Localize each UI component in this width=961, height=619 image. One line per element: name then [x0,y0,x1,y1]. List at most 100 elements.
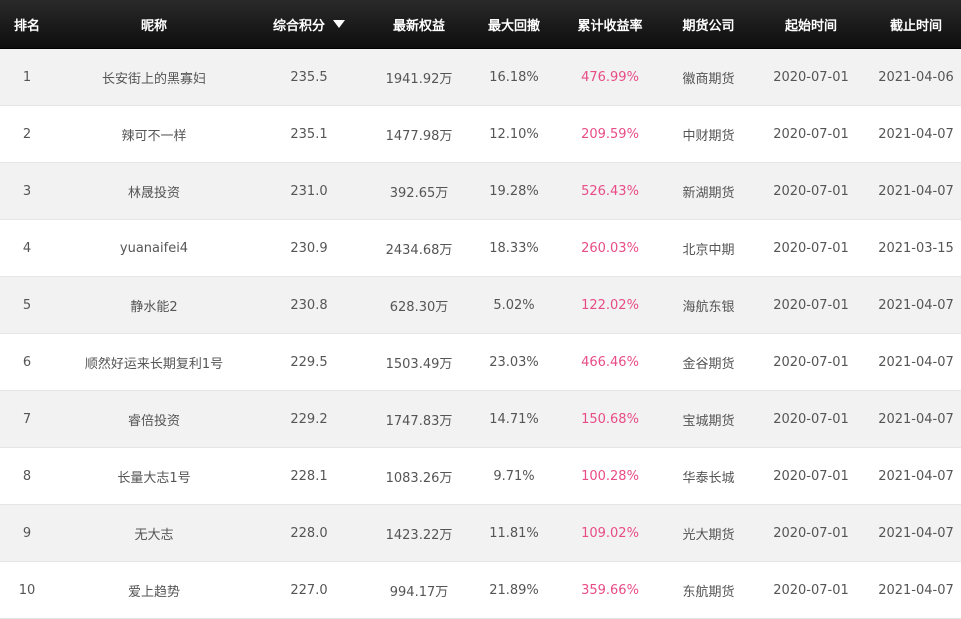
header-score-label: 综合积分 [272,18,325,34]
cell-drawdown: 18.33% [474,219,554,277]
cell-nickname[interactable]: 林晟投资 [54,162,254,220]
table-row[interactable]: 2 辣可不一样 235.1 1477.98万 12.10% 209.59% 中财… [0,105,961,163]
cell-end: 2021-04-07 [871,390,961,448]
cell-drawdown: 9.71% [474,447,554,505]
cell-equity: 1423.22万 [364,504,474,562]
cell-nickname[interactable]: 爱上趋势 [54,561,254,619]
table-row[interactable]: 4 yuanaifei4 230.9 2434.68万 18.33% 260.0… [0,219,961,277]
cell-score: 235.1 [254,105,364,163]
table-row[interactable]: 7 睿倍投资 229.2 1747.83万 14.71% 150.68% 宝城期… [0,390,961,448]
cell-return-rate: 150.68% [554,390,666,448]
header-drawdown[interactable]: 最大回撤 [474,0,554,49]
cell-end: 2021-04-07 [871,333,961,391]
table-row[interactable]: 9 无大志 228.0 1423.22万 11.81% 109.02% 光大期货… [0,504,961,562]
cell-return-rate: 100.28% [554,447,666,505]
header-equity[interactable]: 最新权益 [364,0,474,49]
cell-equity: 392.65万 [364,162,474,220]
ranking-table: 排名 昵称 综合积分 最新权益 最大回撤 累计收益率 期货公司 起始时间 截止时… [0,0,961,619]
cell-drawdown: 23.03% [474,333,554,391]
cell-start: 2020-07-01 [751,48,871,106]
header-start[interactable]: 起始时间 [751,0,871,49]
cell-drawdown: 19.28% [474,162,554,220]
cell-score: 229.5 [254,333,364,391]
header-score[interactable]: 综合积分 [254,0,364,49]
cell-drawdown: 5.02% [474,276,554,334]
cell-rank: 5 [0,276,54,334]
cell-equity: 1477.98万 [364,105,474,163]
cell-equity: 1503.49万 [364,333,474,391]
cell-score: 229.2 [254,390,364,448]
header-return-rate[interactable]: 累计收益率 [554,0,666,49]
cell-return-rate: 526.43% [554,162,666,220]
cell-return-rate: 209.59% [554,105,666,163]
cell-drawdown: 12.10% [474,105,554,163]
cell-equity: 2434.68万 [364,219,474,277]
cell-nickname[interactable]: 顺然好运来长期复利1号 [54,333,254,391]
cell-return-rate: 466.46% [554,333,666,391]
cell-equity: 628.30万 [364,276,474,334]
table-row[interactable]: 8 长量大志1号 228.1 1083.26万 9.71% 100.28% 华泰… [0,447,961,505]
cell-rank: 6 [0,333,54,391]
cell-drawdown: 14.71% [474,390,554,448]
header-rank[interactable]: 排名 [0,0,54,49]
cell-nickname[interactable]: 长量大志1号 [54,447,254,505]
cell-broker: 华泰长城 [666,447,751,505]
cell-nickname[interactable]: yuanaifei4 [54,219,254,277]
cell-score: 228.1 [254,447,364,505]
cell-return-rate: 122.02% [554,276,666,334]
cell-start: 2020-07-01 [751,162,871,220]
cell-nickname[interactable]: 辣可不一样 [54,105,254,163]
cell-end: 2021-04-07 [871,561,961,619]
cell-rank: 4 [0,219,54,277]
cell-nickname[interactable]: 睿倍投资 [54,390,254,448]
header-end[interactable]: 截止时间 [871,0,961,49]
cell-broker: 金谷期货 [666,333,751,391]
table-row[interactable]: 1 长安街上的黑寡妇 235.5 1941.92万 16.18% 476.99%… [0,48,961,106]
cell-broker: 宝城期货 [666,390,751,448]
cell-equity: 1747.83万 [364,390,474,448]
cell-equity: 1083.26万 [364,447,474,505]
table-body: 1 长安街上的黑寡妇 235.5 1941.92万 16.18% 476.99%… [0,48,961,619]
cell-nickname[interactable]: 静水能2 [54,276,254,334]
cell-return-rate: 359.66% [554,561,666,619]
cell-return-rate: 476.99% [554,48,666,106]
cell-end: 2021-04-07 [871,105,961,163]
cell-rank: 8 [0,447,54,505]
cell-broker: 北京中期 [666,219,751,277]
cell-drawdown: 21.89% [474,561,554,619]
cell-end: 2021-03-15 [871,219,961,277]
cell-nickname[interactable]: 无大志 [54,504,254,562]
header-nickname[interactable]: 昵称 [54,0,254,49]
table-row[interactable]: 6 顺然好运来长期复利1号 229.5 1503.49万 23.03% 466.… [0,333,961,391]
cell-broker: 光大期货 [666,504,751,562]
cell-end: 2021-04-07 [871,162,961,220]
table-header: 排名 昵称 综合积分 最新权益 最大回撤 累计收益率 期货公司 起始时间 截止时… [0,0,961,49]
table-row[interactable]: 10 爱上趋势 227.0 994.17万 21.89% 359.66% 东航期… [0,561,961,619]
table-row[interactable]: 3 林晟投资 231.0 392.65万 19.28% 526.43% 新湖期货… [0,162,961,220]
cell-rank: 2 [0,105,54,163]
cell-drawdown: 11.81% [474,504,554,562]
cell-score: 228.0 [254,504,364,562]
cell-end: 2021-04-07 [871,276,961,334]
cell-start: 2020-07-01 [751,333,871,391]
cell-start: 2020-07-01 [751,447,871,505]
cell-start: 2020-07-01 [751,276,871,334]
header-broker[interactable]: 期货公司 [666,0,751,49]
cell-rank: 7 [0,390,54,448]
cell-start: 2020-07-01 [751,390,871,448]
cell-end: 2021-04-06 [871,48,961,106]
cell-rank: 3 [0,162,54,220]
cell-score: 230.9 [254,219,364,277]
cell-rank: 10 [0,561,54,619]
sort-down-icon[interactable] [333,20,345,28]
cell-equity: 1941.92万 [364,48,474,106]
header-row: 排名 昵称 综合积分 最新权益 最大回撤 累计收益率 期货公司 起始时间 截止时… [0,0,961,49]
cell-rank: 1 [0,48,54,106]
cell-start: 2020-07-01 [751,105,871,163]
table-row[interactable]: 5 静水能2 230.8 628.30万 5.02% 122.02% 海航东银 … [0,276,961,334]
cell-score: 227.0 [254,561,364,619]
cell-score: 235.5 [254,48,364,106]
cell-end: 2021-04-07 [871,447,961,505]
cell-broker: 新湖期货 [666,162,751,220]
cell-nickname[interactable]: 长安街上的黑寡妇 [54,48,254,106]
